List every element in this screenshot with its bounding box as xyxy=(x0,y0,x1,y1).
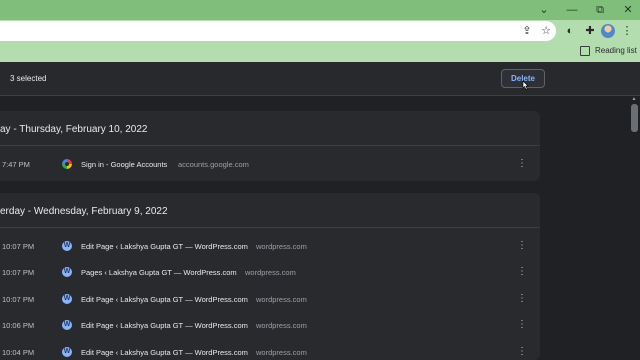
puzzle-icon[interactable]: ✚ xyxy=(583,24,597,38)
mouse-pointer-icon xyxy=(522,80,529,90)
google-icon xyxy=(62,159,72,169)
history-group-card: erday - Wednesday, February 9, 2022 10:0… xyxy=(0,193,540,360)
address-bar[interactable] xyxy=(0,21,556,41)
entry-domain: accounts.google.com xyxy=(178,160,249,169)
entry-title-link[interactable]: Pages ‹ Lakshya Gupta GT — WordPress.com xyxy=(81,268,237,277)
visit-time: 10:07 PM xyxy=(2,268,35,277)
wordpress-icon: W xyxy=(62,320,72,330)
wordpress-icon: W xyxy=(62,267,72,277)
history-entry-row[interactable]: 10:07 PM W Edit Page ‹ Lakshya Gupta GT … xyxy=(0,286,540,312)
extension-icon[interactable]: ◐ xyxy=(563,24,577,38)
more-actions-icon[interactable]: ⋮ xyxy=(516,319,528,331)
selected-count: 3 selected xyxy=(10,74,47,83)
reading-list-label[interactable]: Reading list xyxy=(595,46,637,55)
history-entry-row[interactable]: 10:06 PM W Edit Page ‹ Lakshya Gupta GT … xyxy=(0,312,540,338)
profile-avatar[interactable] xyxy=(601,24,615,38)
bookmarks-bar: Reading list xyxy=(0,42,640,62)
entry-title-link[interactable]: Edit Page ‹ Lakshya Gupta GT — WordPress… xyxy=(81,348,248,357)
tab-search-chevron-icon[interactable]: ⌄ xyxy=(536,2,552,18)
history-group-heading: erday - Wednesday, February 9, 2022 xyxy=(0,206,168,217)
wordpress-icon: W xyxy=(62,241,72,251)
minimize-icon[interactable]: — xyxy=(564,2,580,18)
history-group-card: ay - Thursday, February 10, 2022 7:47 PM… xyxy=(0,111,540,181)
history-group-header: ay - Thursday, February 10, 2022 xyxy=(0,111,540,146)
visit-time: 10:07 PM xyxy=(2,242,35,251)
entry-domain: wordpress.com xyxy=(245,268,296,277)
more-actions-icon[interactable]: ⋮ xyxy=(516,346,528,358)
more-actions-icon[interactable]: ⋮ xyxy=(516,293,528,305)
visit-time: 10:07 PM xyxy=(2,295,35,304)
history-group-header: erday - Wednesday, February 9, 2022 xyxy=(0,193,540,228)
menu-icon[interactable]: ⋮ xyxy=(620,24,634,38)
scrollbar-thumb[interactable] xyxy=(631,104,638,132)
restore-icon[interactable]: ⧉ xyxy=(592,2,608,18)
entry-domain: wordpress.com xyxy=(256,295,307,304)
entry-domain: wordpress.com xyxy=(256,321,307,330)
entry-domain: wordpress.com xyxy=(256,242,307,251)
more-actions-icon[interactable]: ⋮ xyxy=(516,266,528,278)
reading-list-icon[interactable] xyxy=(580,46,590,56)
history-entry-row[interactable]: 10:07 PM W Pages ‹ Lakshya Gupta GT — Wo… xyxy=(0,259,540,285)
browser-toolbar: ⇪ ☆ ◐ ✚ ⋮ xyxy=(0,20,640,42)
entry-title-link[interactable]: Sign in - Google Accounts xyxy=(81,160,167,169)
history-entry-row[interactable]: 10:04 PM W Edit Page ‹ Lakshya Gupta GT … xyxy=(0,339,540,360)
entry-title-link[interactable]: Edit Page ‹ Lakshya Gupta GT — WordPress… xyxy=(81,321,248,330)
history-group-heading: ay - Thursday, February 10, 2022 xyxy=(0,124,148,135)
scrollbar-track[interactable] xyxy=(628,96,640,360)
wordpress-icon: W xyxy=(62,294,72,304)
share-icon[interactable]: ⇪ xyxy=(520,24,534,38)
visit-time: 7:47 PM xyxy=(2,160,30,169)
more-actions-icon[interactable]: ⋮ xyxy=(516,240,528,252)
visit-time: 10:04 PM xyxy=(2,348,35,357)
visit-time: 10:06 PM xyxy=(2,321,35,330)
star-icon[interactable]: ☆ xyxy=(539,24,553,38)
entry-domain: wordpress.com xyxy=(256,348,307,357)
window-titlebar: ⌄ — ⧉ ✕ xyxy=(0,0,640,20)
history-entry-row[interactable]: 10:07 PM W Edit Page ‹ Lakshya Gupta GT … xyxy=(0,233,540,259)
more-actions-icon[interactable]: ⋮ xyxy=(516,158,528,170)
close-window-icon[interactable]: ✕ xyxy=(620,2,636,18)
entry-title-link[interactable]: Edit Page ‹ Lakshya Gupta GT — WordPress… xyxy=(81,295,248,304)
history-entry-row[interactable]: 7:47 PM Sign in - Google Accounts accoun… xyxy=(0,151,540,177)
scroll-up-arrow-icon[interactable]: ▲ xyxy=(631,96,637,102)
entry-title-link[interactable]: Edit Page ‹ Lakshya Gupta GT — WordPress… xyxy=(81,242,248,251)
wordpress-icon: W xyxy=(62,347,72,357)
